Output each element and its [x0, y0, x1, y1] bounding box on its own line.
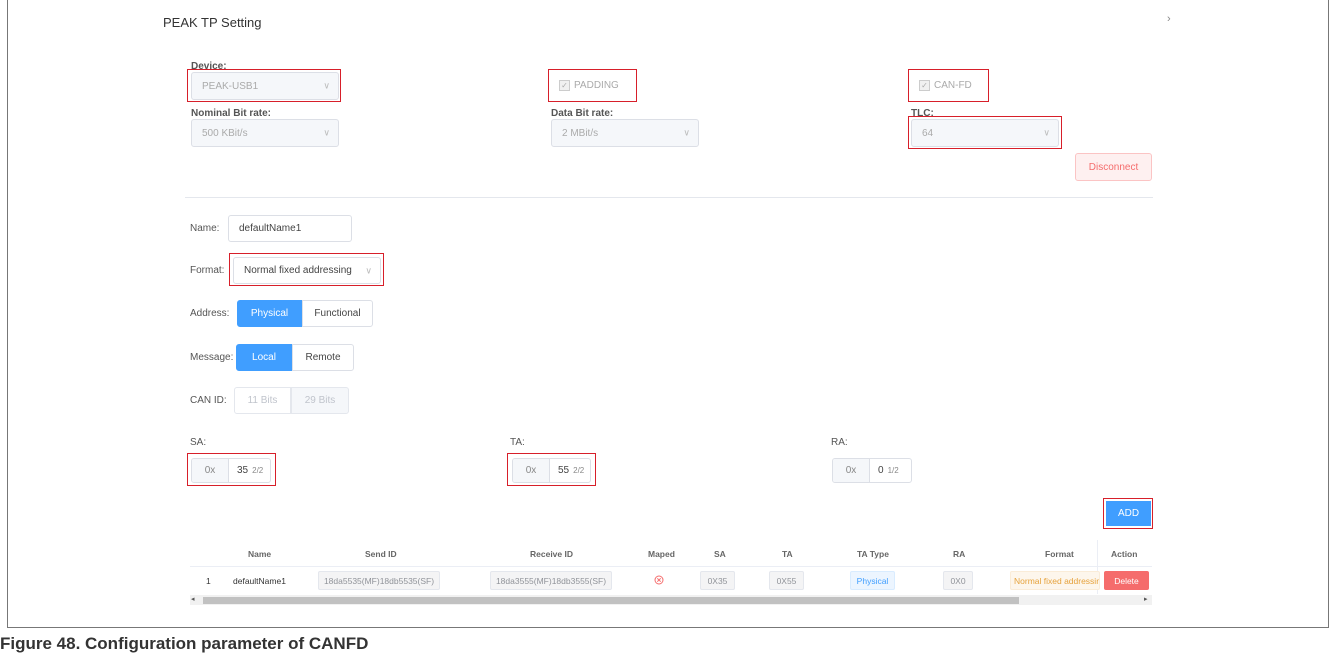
ra-count: 1/2 [887, 466, 899, 475]
address-functional-option[interactable]: Functional [302, 300, 373, 327]
chevron-down-icon: ∨ [683, 127, 690, 138]
address-physical-option[interactable]: Physical [237, 300, 302, 327]
col-header-ta: TA [782, 549, 793, 559]
row-sa: 0X35 [700, 571, 735, 590]
col-header-sa: SA [714, 549, 726, 559]
row-name: defaultName1 [233, 576, 286, 586]
ra-value: 0 [878, 465, 884, 476]
address-toggle: Physical Functional [237, 300, 373, 327]
col-header-ra: RA [953, 549, 966, 559]
row-receive-id: 18da3555(MF)18db3555(SF) [490, 571, 612, 590]
ta-label: TA: [510, 437, 525, 448]
nominal-bit-rate-value: 500 KBit/s [202, 127, 248, 139]
collapse-chevron-icon[interactable]: › [1167, 13, 1171, 25]
scroll-right-arrow-icon[interactable]: ▸ [1144, 595, 1148, 603]
name-input[interactable]: defaultName1 [228, 215, 352, 242]
error-circle-icon [654, 575, 664, 585]
page-title: PEAK TP Setting [163, 15, 262, 30]
highlight-padding [548, 69, 637, 102]
highlight-sa [187, 453, 276, 486]
section-divider [185, 197, 1153, 198]
row-format: Normal fixed addressing [1010, 571, 1100, 590]
row-ta: 0X55 [769, 571, 804, 590]
format-label: Format: [190, 265, 225, 276]
data-bit-rate-value: 2 MBit/s [562, 127, 599, 139]
row-send-id: 18da5535(MF)18db5535(SF) [318, 571, 440, 590]
disconnect-button[interactable]: Disconnect [1075, 153, 1152, 181]
col-header-action: Action [1111, 549, 1138, 559]
address-label: Address: [190, 308, 230, 319]
col-header-name: Name [248, 549, 272, 559]
sa-label: SA: [190, 437, 207, 448]
col-header-maped: Maped [648, 549, 675, 559]
nominal-bit-rate-label: Nominal Bit rate: [191, 108, 272, 119]
canid-label: CAN ID: [190, 395, 227, 406]
highlight-device [187, 69, 341, 102]
col-header-send-id: Send ID [365, 549, 397, 559]
ra-input[interactable]: 0x 0 1/2 [832, 458, 912, 483]
chevron-down-icon: ∨ [323, 127, 330, 138]
scroll-left-arrow-icon[interactable]: ◂ [191, 595, 195, 603]
table-header-divider [190, 566, 1152, 567]
col-header-receive-id: Receive ID [530, 549, 573, 559]
ra-label: RA: [831, 437, 848, 448]
data-bit-rate-label: Data Bit rate: [551, 108, 614, 119]
nominal-bit-rate-select[interactable]: 500 KBit/s ∨ [191, 119, 339, 147]
highlight-tlc [908, 116, 1062, 149]
row-ta-type: Physical [850, 571, 895, 590]
highlight-format [229, 253, 384, 286]
highlight-canfd [908, 69, 989, 102]
message-toggle: Local Remote [236, 344, 354, 371]
highlight-add [1103, 498, 1153, 529]
name-label: Name: [190, 223, 220, 234]
row-ra: 0X0 [943, 571, 973, 590]
ra-prefix: 0x [833, 459, 870, 482]
message-label: Message: [190, 352, 234, 363]
message-remote-option[interactable]: Remote [292, 344, 354, 371]
delete-button[interactable]: Delete [1104, 571, 1149, 590]
scrollbar-thumb[interactable] [203, 597, 1019, 604]
row-index: 1 [206, 576, 211, 586]
col-header-format: Format [1045, 549, 1074, 559]
highlight-ta [507, 453, 596, 486]
canid-29bits-option[interactable]: 29 Bits [291, 387, 349, 414]
canid-toggle: 11 Bits 29 Bits [234, 387, 349, 414]
figure-caption: Figure 48. Configuration parameter of CA… [0, 634, 369, 653]
canid-11bits-option[interactable]: 11 Bits [234, 387, 291, 414]
message-local-option[interactable]: Local [236, 344, 292, 371]
data-bit-rate-select[interactable]: 2 MBit/s ∨ [551, 119, 699, 147]
col-header-ta-type: TA Type [857, 549, 889, 559]
